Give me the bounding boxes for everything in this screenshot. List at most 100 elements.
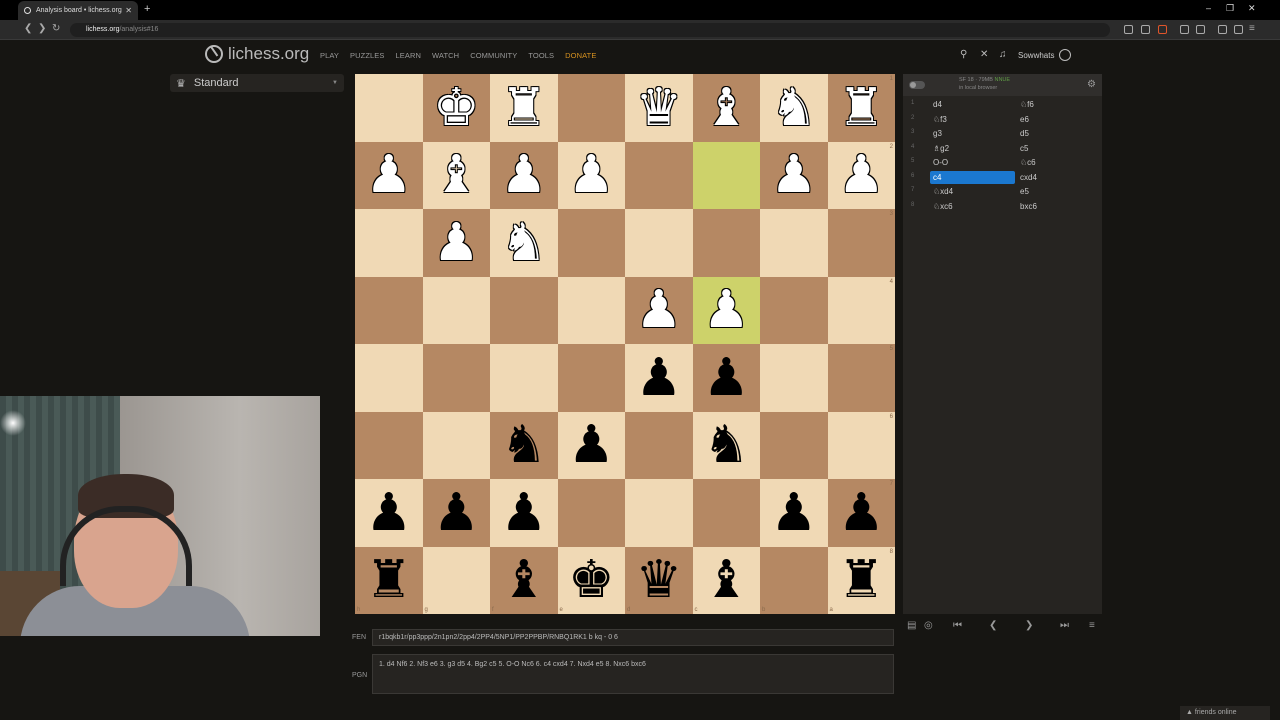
user-avatar-icon[interactable] — [1059, 49, 1071, 61]
board-square[interactable] — [625, 479, 693, 547]
move-black[interactable]: c5 — [1017, 142, 1097, 155]
notification-bell-icon[interactable]: ♫ — [999, 49, 1007, 60]
board-square[interactable] — [692, 209, 760, 277]
board-square[interactable] — [557, 276, 625, 344]
user-menu[interactable]: Sowwhats — [1018, 51, 1054, 60]
board-square[interactable]: ♛ — [625, 74, 693, 142]
board-square[interactable]: 3 — [827, 209, 895, 277]
board-square[interactable]: ♞ — [490, 411, 558, 479]
black-rook-icon[interactable]: ♜ — [365, 554, 412, 606]
last-move-icon[interactable]: ⏭ — [1060, 620, 1069, 631]
nav-tools[interactable]: TOOLS — [528, 51, 554, 60]
white-pawn-icon[interactable]: ♟ — [433, 217, 480, 269]
board-square[interactable]: ♟ — [692, 344, 760, 412]
move-black[interactable]: cxd4 — [1017, 171, 1097, 184]
board-square[interactable] — [625, 411, 693, 479]
board-square[interactable]: ♛ d — [625, 546, 693, 614]
black-pawn-icon[interactable]: ♟ — [635, 352, 682, 404]
prev-move-icon[interactable]: ❮ — [989, 620, 997, 631]
move-black[interactable]: e5 — [1017, 185, 1097, 198]
nav-community[interactable]: COMMUNITY — [470, 51, 517, 60]
board-square[interactable]: g — [422, 546, 490, 614]
white-pawn-icon[interactable]: ♟ — [838, 149, 885, 201]
vpn-icon[interactable] — [1218, 25, 1227, 34]
board-square[interactable]: ♟ — [490, 479, 558, 547]
book-icon[interactable]: ▤ — [907, 620, 916, 631]
white-bishop-icon[interactable]: ♝ — [703, 82, 750, 134]
move-white[interactable]: ♗g2 — [930, 142, 1015, 155]
site-logo[interactable]: lichess.org — [205, 44, 309, 64]
board-square[interactable] — [760, 344, 828, 412]
black-pawn-icon[interactable]: ♟ — [770, 487, 817, 539]
friends-online-button[interactable]: ▲ friends online — [1180, 706, 1270, 720]
next-move-icon[interactable]: ❯ — [1025, 620, 1033, 631]
board-square[interactable] — [557, 479, 625, 547]
black-pawn-icon[interactable]: ♟ — [703, 352, 750, 404]
target-icon[interactable]: ◎ — [924, 620, 933, 631]
board-square[interactable]: ♞ — [692, 411, 760, 479]
white-rook-icon[interactable]: ♜ — [500, 82, 547, 134]
board-square[interactable]: ♟ — [355, 479, 423, 547]
move-black[interactable]: e6 — [1017, 113, 1097, 126]
board-square[interactable] — [625, 209, 693, 277]
board-square[interactable]: ♟ — [355, 141, 423, 209]
board-square[interactable]: 5 — [827, 344, 895, 412]
board-square[interactable]: ♟ — [422, 479, 490, 547]
black-rook-icon[interactable]: ♜ — [838, 554, 885, 606]
nav-play[interactable]: PLAY — [320, 51, 339, 60]
board-square[interactable] — [557, 74, 625, 142]
first-move-icon[interactable]: ⏮ — [953, 620, 962, 631]
maximize-button[interactable]: ❐ — [1226, 3, 1234, 14]
white-pawn-icon[interactable]: ♟ — [500, 149, 547, 201]
white-pawn-icon[interactable]: ♟ — [703, 284, 750, 336]
board-square[interactable]: 6 — [827, 411, 895, 479]
cast-icon[interactable] — [1124, 25, 1133, 34]
board-square[interactable] — [355, 209, 423, 277]
black-pawn-icon[interactable]: ♟ — [838, 487, 885, 539]
minimize-button[interactable]: – — [1206, 3, 1211, 13]
board-square[interactable]: ♟ — [625, 276, 693, 344]
move-white[interactable]: g3 — [930, 127, 1015, 140]
move-black[interactable]: ♘c6 — [1017, 156, 1097, 169]
move-white[interactable]: ♘xc6 — [930, 200, 1015, 213]
tab-close-icon[interactable]: ✕ — [125, 6, 132, 15]
board-square[interactable] — [625, 141, 693, 209]
board-square[interactable]: ♟ — [557, 411, 625, 479]
board-square[interactable] — [692, 141, 760, 209]
wallet-icon[interactable] — [1196, 25, 1205, 34]
board-square[interactable]: ♟ — [760, 479, 828, 547]
share-icon[interactable] — [1141, 25, 1150, 34]
board-square[interactable]: ♜ h — [355, 546, 423, 614]
move-white[interactable]: c4 — [930, 170, 1015, 184]
white-pawn-icon[interactable]: ♟ — [365, 149, 412, 201]
browser-tab[interactable]: Analysis board • lichess.org ✕ — [18, 1, 138, 20]
white-pawn-icon[interactable]: ♟ — [568, 149, 615, 201]
nav-puzzles[interactable]: PUZZLES — [350, 51, 384, 60]
board-square[interactable]: ♚ — [422, 74, 490, 142]
board-square[interactable]: ♚ e — [557, 546, 625, 614]
board-square[interactable]: ♟ — [692, 276, 760, 344]
move-black[interactable]: d5 — [1017, 127, 1097, 140]
back-icon[interactable]: ❮ — [24, 23, 32, 34]
menu-icon[interactable]: ≡ — [1089, 620, 1095, 631]
white-knight-icon[interactable]: ♞ — [770, 82, 817, 134]
board-square[interactable]: ♟ — [625, 344, 693, 412]
reload-icon[interactable]: ↻ — [52, 23, 60, 34]
board-square[interactable]: ♝ — [692, 74, 760, 142]
close-window-button[interactable]: ✕ — [1248, 3, 1256, 14]
new-tab-button[interactable]: + — [144, 3, 150, 15]
board-square[interactable]: ♝ c — [692, 546, 760, 614]
board-square[interactable] — [355, 74, 423, 142]
gear-icon[interactable]: ⚙ — [1087, 79, 1096, 90]
white-king-icon[interactable]: ♚ — [433, 82, 480, 134]
chess-board[interactable]: ♚ ♜ ♛ ♝ ♞ ♜ 1 ♟ ♝ ♟ ♟ ♟ ♟ 2 ♟ ♞ 3 ♟ ♟ 4 ♟ ♟ 5 ♞ ♟ ♞ 6 ♟ ♟ ♟ ♟ ♟ 7 ♜ h g ♝ f ♚ e… — [355, 74, 895, 614]
search-icon[interactable]: ⚲ — [960, 49, 967, 60]
variant-select[interactable]: ♛ Standard ▼ — [170, 74, 344, 92]
move-white[interactable]: ♘xd4 — [930, 185, 1015, 198]
move-white[interactable]: ♘f3 — [930, 113, 1015, 126]
board-square[interactable]: ♟ — [422, 209, 490, 277]
move-white[interactable]: d4 — [930, 98, 1015, 111]
board-square[interactable] — [355, 411, 423, 479]
address-bar[interactable]: lichess.org/analysis#16 — [70, 23, 1110, 37]
board-square[interactable]: ♟ — [490, 141, 558, 209]
